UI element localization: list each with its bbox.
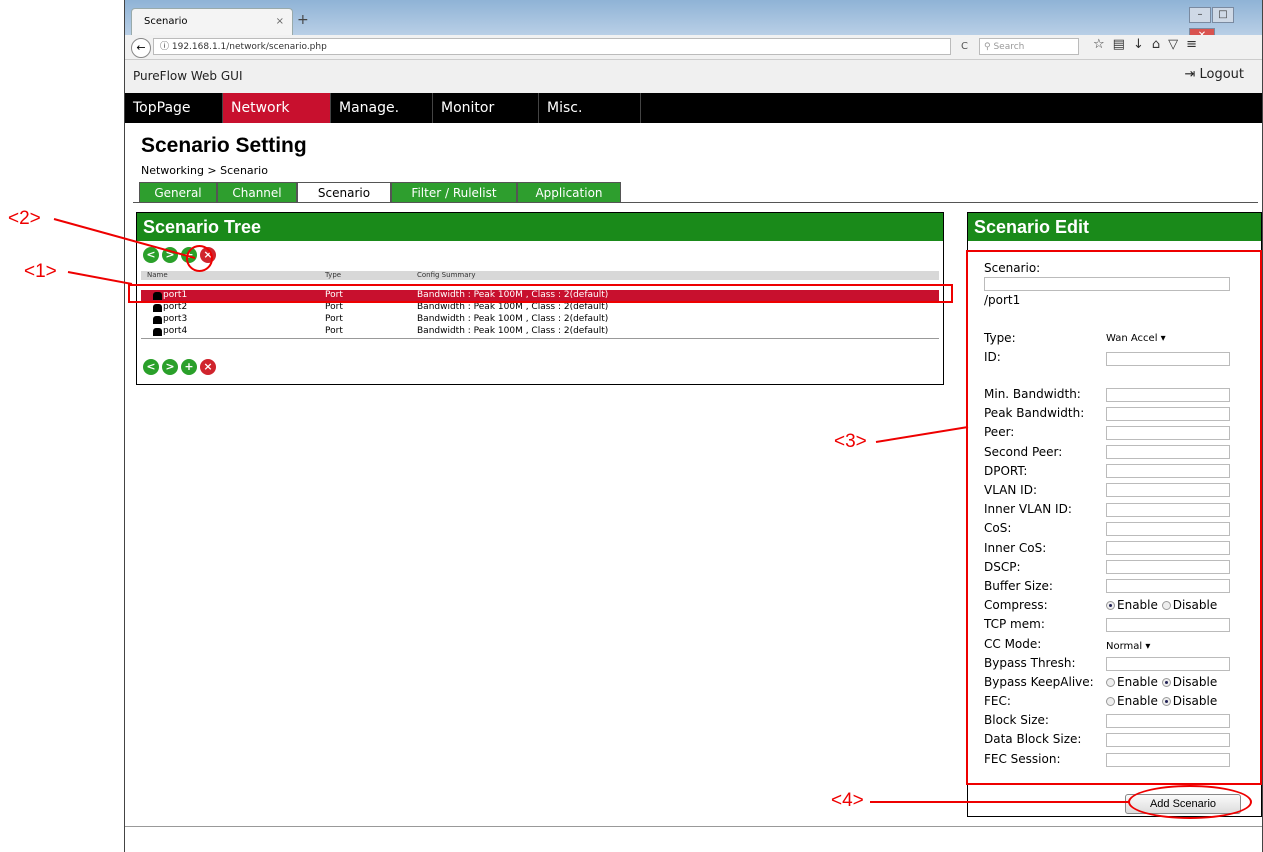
highlight-selected-row [128,284,953,303]
highlight-add-icon [186,245,213,272]
highlight-edit-fields [966,250,1262,785]
highlight-add-button [1128,785,1252,819]
